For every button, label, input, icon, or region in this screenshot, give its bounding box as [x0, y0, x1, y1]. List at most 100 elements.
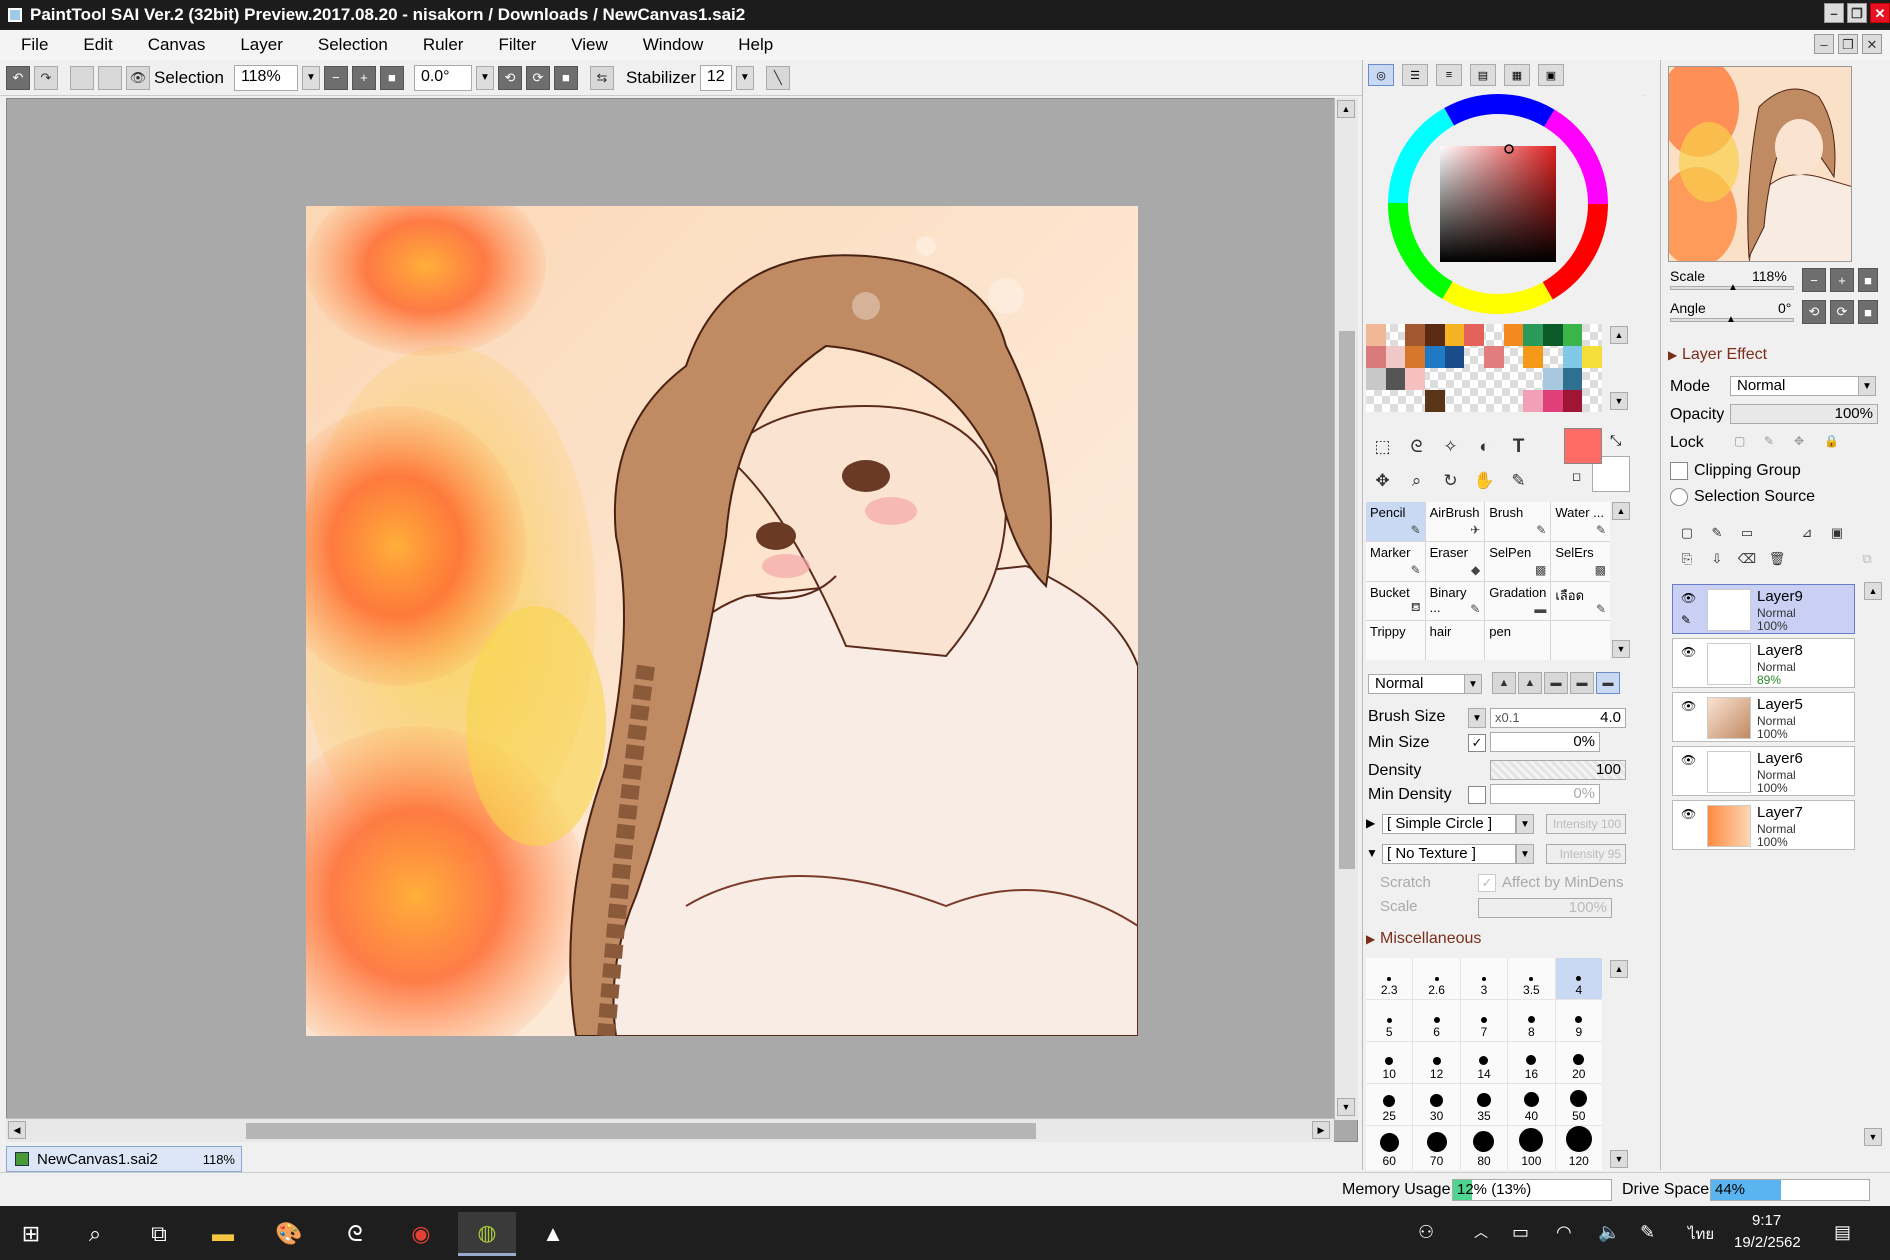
layer-mode-select[interactable]: Normal — [1730, 376, 1860, 396]
navigator-preview[interactable] — [1668, 66, 1852, 262]
brush-size-preset[interactable]: 70 — [1413, 1126, 1460, 1170]
layer-edit-pencil-icon[interactable]: ✎ — [1681, 613, 1691, 627]
nav-zoom-in-icon[interactable]: + — [1830, 268, 1854, 292]
color-swatch[interactable] — [1523, 368, 1543, 390]
layer-visibility-eye-icon[interactable]: 👁 — [1681, 645, 1696, 659]
brush-gradation[interactable]: Gradation ▬ — [1485, 581, 1551, 621]
merge-down-icon[interactable]: ⊿ — [1792, 520, 1822, 546]
eyedropper-tool-icon[interactable]: ✎ — [1502, 464, 1535, 497]
task-view-icon[interactable]: ⧉ — [130, 1212, 188, 1256]
color-swatch[interactable] — [1445, 368, 1465, 390]
nav-zoom-reset-icon[interactable]: ■ — [1858, 268, 1878, 292]
layer-visibility-eye-icon[interactable]: 👁 — [1681, 807, 1696, 821]
brush-marker[interactable]: Marker ✎ — [1366, 541, 1425, 581]
layer-row[interactable]: 👁 ✎ Layer9 Normal 100% — [1672, 584, 1855, 634]
deselect-icon[interactable] — [70, 65, 94, 90]
color-swatch[interactable] — [1366, 324, 1386, 346]
wifi-icon[interactable]: ◠ — [1556, 1222, 1572, 1243]
brush-size-preset[interactable]: 100 — [1508, 1126, 1555, 1170]
brush-hair[interactable]: hair — [1425, 621, 1485, 660]
battery-icon[interactable]: ▭ — [1512, 1222, 1529, 1243]
brush-texture-dropdown-icon[interactable]: ▼ — [1516, 844, 1534, 864]
painttool-sai-icon[interactable]: ◍ — [458, 1212, 516, 1256]
redo-icon[interactable]: ↷ — [34, 65, 58, 90]
color-swatch[interactable] — [1366, 390, 1386, 412]
color-swatch[interactable] — [1444, 324, 1465, 346]
color-swatch[interactable] — [1523, 324, 1543, 346]
input-language[interactable]: ไทย — [1688, 1222, 1714, 1246]
rgb-slider-tab-icon[interactable]: ☰ — [1402, 64, 1428, 86]
rotation-dropdown-icon[interactable]: ▼ — [475, 65, 494, 90]
brush-eraser[interactable]: Eraser ◆ — [1425, 541, 1485, 581]
lock-transparency-icon[interactable]: ▢ — [1734, 434, 1745, 448]
brush-size-preset[interactable]: 2.3 — [1366, 958, 1413, 999]
hand-tool-icon[interactable]: ✋ — [1468, 464, 1501, 497]
brush-size-preset[interactable]: 12 — [1413, 1042, 1460, 1083]
lasso-tool-icon[interactable]: ᘓ — [1400, 430, 1433, 463]
people-icon[interactable]: ⚇ — [1418, 1222, 1434, 1243]
color-swatch[interactable] — [1582, 324, 1602, 346]
layer-row[interactable]: 👁 Layer7 Normal 100% — [1672, 800, 1855, 850]
brush-size-preset[interactable]: 7 — [1460, 1000, 1508, 1041]
color-swatch[interactable] — [1582, 346, 1602, 368]
brush-pen[interactable]: pen — [1485, 621, 1551, 660]
brush-empty-slot[interactable] — [1551, 621, 1610, 660]
canvas-artwork[interactable] — [306, 206, 1138, 1036]
color-swatch[interactable] — [1386, 390, 1406, 412]
foreground-color-swatch[interactable] — [1564, 428, 1602, 464]
menu-ruler[interactable]: Ruler — [402, 35, 478, 55]
color-swatch[interactable] — [1424, 324, 1445, 346]
color-swatch[interactable] — [1405, 324, 1425, 346]
new-linework-layer-icon[interactable]: ✎ — [1702, 520, 1732, 546]
color-swatch[interactable] — [1464, 390, 1484, 412]
affect-mindens-checkbox[interactable]: ✓ — [1478, 874, 1496, 892]
brush-size-multiplier-icon[interactable]: ▼ — [1468, 708, 1486, 728]
brush-custom-thai[interactable]: เลือด ✎ — [1551, 581, 1610, 621]
menu-selection[interactable]: Selection — [297, 35, 402, 55]
pen-icon[interactable]: ✎ — [1640, 1222, 1655, 1243]
transfer-down-icon[interactable]: ⇩ — [1702, 546, 1732, 572]
color-swatch[interactable] — [1444, 346, 1465, 368]
stabilizer-dropdown-icon[interactable]: ▼ — [735, 65, 754, 90]
size-scroll-up-icon[interactable]: ▲ — [1610, 960, 1628, 978]
color-swatch[interactable] — [1504, 368, 1524, 390]
brush-size-preset[interactable]: 10 — [1366, 1042, 1413, 1083]
rotate-right-icon[interactable]: ⟳ — [525, 65, 550, 90]
document-tab[interactable]: NewCanvas1.sai2 118% — [6, 1146, 242, 1172]
misc-expand-icon[interactable]: ▶ — [1366, 932, 1375, 946]
undo-icon[interactable]: ↶ — [6, 65, 30, 90]
color-swatch[interactable] — [1483, 346, 1504, 368]
min-size-field[interactable]: 0% — [1490, 732, 1600, 752]
volume-icon[interactable]: 🔈 — [1598, 1222, 1620, 1243]
canvas-area[interactable] — [6, 98, 1358, 1142]
color-swatch[interactable] — [1405, 368, 1425, 390]
clock-time[interactable]: 9:17 — [1752, 1212, 1781, 1229]
layer-option-icon[interactable]: ⧉ — [1852, 546, 1882, 572]
color-mixer-tab-icon[interactable]: ▤ — [1470, 64, 1496, 86]
brush-size-preset[interactable]: 50 — [1555, 1084, 1602, 1125]
zoom-tool-icon[interactable]: ⌕ — [1400, 464, 1433, 497]
minimize-button[interactable]: – — [1824, 3, 1844, 23]
color-swatches[interactable] — [1366, 324, 1602, 412]
brush-water[interactable]: Water ... ✎ — [1551, 502, 1610, 541]
vertical-scroll-thumb[interactable] — [1339, 331, 1355, 869]
file-explorer-icon[interactable]: ▬ — [194, 1212, 252, 1256]
brush-size-preset[interactable]: 6 — [1413, 1000, 1460, 1041]
color-swatch[interactable] — [1523, 346, 1543, 368]
brush-size-preset[interactable]: 5 — [1366, 1000, 1413, 1041]
layer-visibility-eye-icon[interactable]: 👁 — [1681, 591, 1696, 605]
color-swatch[interactable] — [1562, 324, 1583, 346]
brush-size-preset[interactable]: 3.5 — [1508, 958, 1555, 999]
paint-app-icon[interactable]: 🎨 — [260, 1212, 318, 1256]
zoom-dropdown-icon[interactable]: ▼ — [301, 65, 320, 90]
search-icon[interactable]: ⌕ — [66, 1212, 124, 1256]
blend-mode-select[interactable]: Normal — [1368, 674, 1468, 694]
layer-effect-label[interactable]: Layer Effect — [1682, 346, 1767, 364]
min-density-checkbox[interactable] — [1468, 786, 1486, 804]
magic-wand-tool-icon[interactable]: ✧ — [1434, 430, 1467, 463]
scroll-down-icon[interactable]: ▼ — [1337, 1098, 1355, 1116]
brush-size-preset[interactable]: 16 — [1508, 1042, 1555, 1083]
zoom-in-icon[interactable]: + — [351, 65, 376, 90]
nav-scale-thumb-icon[interactable]: ▲ — [1728, 282, 1738, 293]
rect-select-tool-icon[interactable]: ⬚ — [1366, 430, 1399, 463]
